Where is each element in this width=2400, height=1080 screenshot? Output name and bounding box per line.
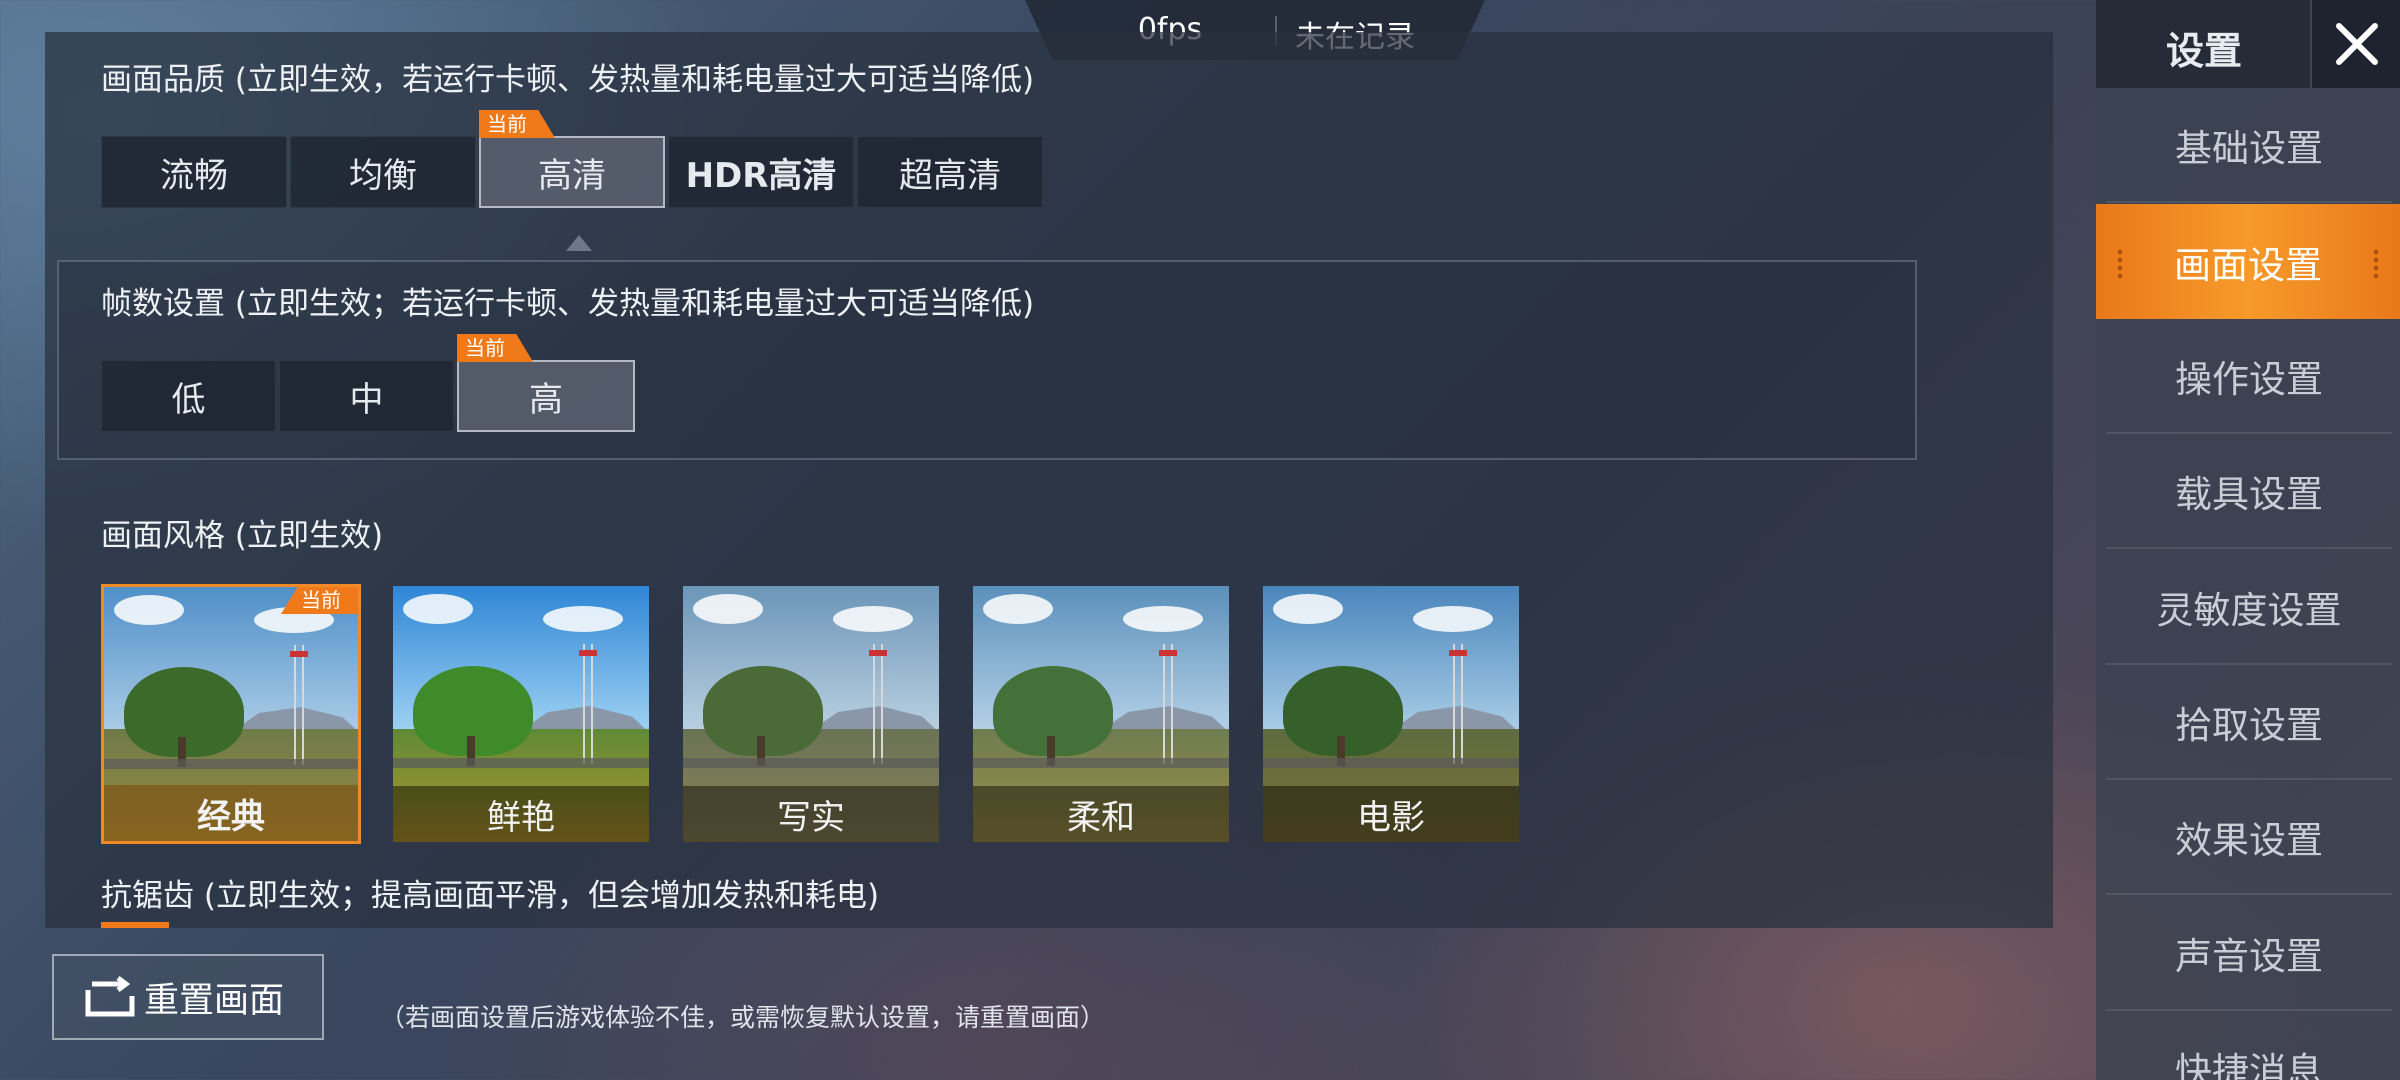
style-option-cinema[interactable]: 电影: [1261, 584, 1521, 844]
current-badge: [101, 922, 169, 928]
reset-hint: （若画面设置后游戏体验不佳，或需恢复默认设置，请重置画面）: [380, 1003, 1106, 1032]
sidebar-title: 设置: [2166, 29, 2243, 73]
quality-option-balanced[interactable]: 均衡: [290, 136, 476, 208]
sidebar-item-label: 载具设置: [2175, 472, 2323, 516]
quality-title: 画面品质 (立即生效，若运行卡顿、发热量和耗电量过大可适当降低): [101, 62, 1035, 98]
sidebar-item-label: 快捷消息: [2175, 1049, 2323, 1080]
sidebar-item-label: 声音设置: [2175, 934, 2323, 978]
style-label: 柔和: [973, 786, 1229, 842]
quality-option-smooth[interactable]: 流畅: [101, 136, 287, 208]
sidebar-item-label: 操作设置: [2175, 357, 2323, 401]
option-label: 超高清: [899, 155, 1001, 196]
close-icon: [2336, 23, 2378, 65]
sidebar-item-label: 灵敏度设置: [2156, 588, 2342, 632]
current-badge: 当前: [479, 110, 555, 138]
sidebar-item-vehicle[interactable]: 载具设置: [2106, 434, 2392, 549]
framerate-option-low[interactable]: 低: [101, 360, 276, 432]
quality-selector: 流畅 均衡 当前 高清 HDR高清 超高清: [101, 110, 1046, 208]
sidebar-item-label: 拾取设置: [2175, 703, 2323, 747]
style-selector: 当前 经典 鲜艳 写实 柔和 电影: [101, 584, 1551, 844]
sidebar-header: 设置: [2096, 0, 2400, 88]
expand-caret: [566, 235, 592, 251]
sidebar-item-graphics[interactable]: 画面设置: [2096, 204, 2400, 319]
option-label: HDR高清: [685, 155, 837, 196]
style-label: 经典: [104, 785, 358, 841]
framerate-selector: 低 中 当前 高: [101, 334, 638, 432]
option-label: 低: [171, 379, 206, 420]
sidebar-item-controls[interactable]: 操作设置: [2106, 319, 2392, 434]
close-button[interactable]: [2310, 0, 2400, 88]
style-option-vivid[interactable]: 鲜艳: [391, 584, 651, 844]
framerate-title: 帧数设置 (立即生效；若运行卡顿、发热量和耗电量过大可适当降低): [101, 286, 1035, 322]
sidebar-item-pickup[interactable]: 拾取设置: [2106, 665, 2392, 780]
sidebar-item-audio[interactable]: 声音设置: [2106, 896, 2392, 1011]
sidebar-item-basic[interactable]: 基础设置: [2106, 88, 2392, 203]
sidebar-item-label: 画面设置: [2174, 243, 2322, 287]
quality-option-hdr[interactable]: HDR高清: [668, 136, 854, 208]
sidebar-item-effects[interactable]: 效果设置: [2106, 780, 2392, 895]
sidebar-item-label: 效果设置: [2175, 818, 2323, 862]
framerate-option-high[interactable]: 当前 高: [457, 334, 635, 432]
option-label: 流畅: [160, 155, 228, 196]
sidebar-item-quick-messages[interactable]: 快捷消息: [2106, 1011, 2392, 1080]
quality-option-ultra[interactable]: 超高清: [857, 136, 1043, 208]
graphics-settings-panel[interactable]: 画面品质 (立即生效，若运行卡顿、发热量和耗电量过大可适当降低) 流畅 均衡 当…: [45, 32, 2053, 928]
style-label: 鲜艳: [393, 786, 649, 842]
quality-option-hd[interactable]: 当前 高清: [479, 110, 665, 208]
sidebar-item-sensitivity[interactable]: 灵敏度设置: [2106, 550, 2392, 665]
option-label: 高: [529, 379, 563, 420]
option-label: 高清: [538, 155, 606, 196]
sidebar-item-label: 基础设置: [2175, 126, 2323, 170]
style-option-classic[interactable]: 当前 经典: [101, 584, 361, 844]
style-label: 写实: [683, 786, 939, 842]
style-label: 电影: [1263, 786, 1519, 842]
option-label: 中: [349, 379, 384, 420]
reset-icon: [85, 976, 135, 1017]
reset-label: 重置画面: [144, 980, 285, 1021]
framerate-option-medium[interactable]: 中: [279, 360, 454, 432]
option-label: 均衡: [349, 155, 417, 196]
reset-graphics-button[interactable]: 重置画面: [52, 954, 324, 1040]
style-option-soft[interactable]: 柔和: [971, 584, 1231, 844]
style-title: 画面风格 (立即生效): [101, 518, 384, 554]
settings-sidebar: 设置 基础设置 画面设置 操作设置 载具设置 灵敏度设置 拾取设置 效果设置 声…: [2096, 0, 2400, 1080]
style-option-realistic[interactable]: 写实: [681, 584, 941, 844]
antialias-title: 抗锯齿 (立即生效；提高画面平滑，但会增加发热和耗电): [101, 878, 880, 914]
